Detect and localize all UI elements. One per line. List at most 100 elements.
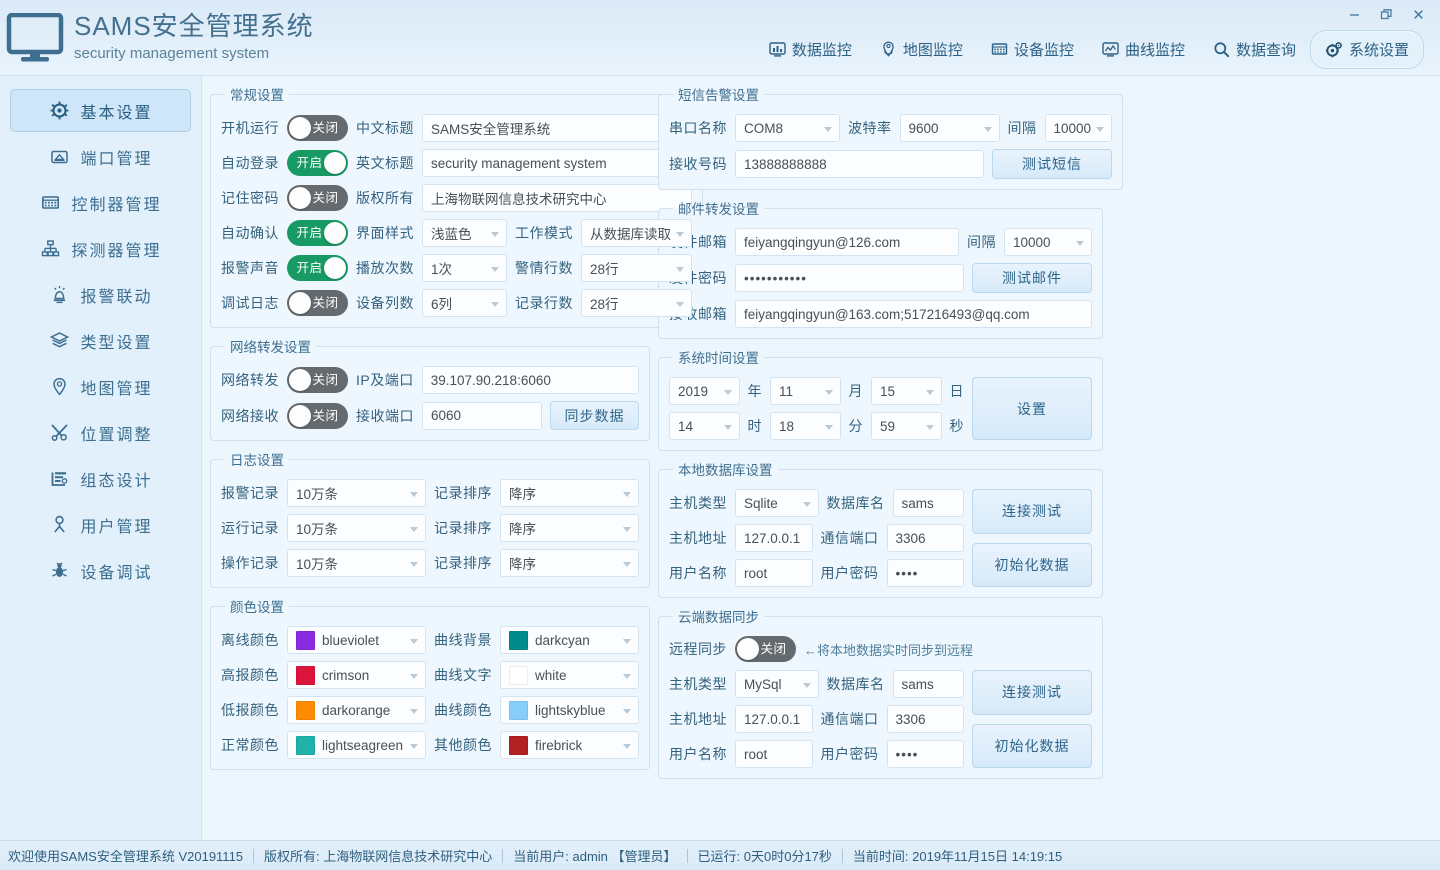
nav-item-device-monitor[interactable]: 设备监控 bbox=[977, 31, 1088, 68]
select-work-mode[interactable]: 从数据库读取 bbox=[581, 219, 692, 247]
select-hour[interactable]: 14 bbox=[669, 412, 740, 440]
toggle-boot-run[interactable]: 关闭 bbox=[287, 115, 348, 141]
input-local-password[interactable]: •••• bbox=[886, 559, 964, 587]
nav-item-system-settings[interactable]: 系统设置 bbox=[1309, 30, 1424, 69]
select-other-color[interactable]: firebrick bbox=[500, 731, 639, 759]
input-title-en[interactable]: security management system bbox=[422, 149, 692, 177]
input-cloud-host-address[interactable]: 127.0.0.1 bbox=[735, 705, 813, 733]
select-low-alarm-color[interactable]: darkorange bbox=[287, 696, 426, 724]
input-local-port[interactable]: 3306 bbox=[886, 524, 964, 552]
select-play-count[interactable]: 1次 bbox=[422, 254, 507, 282]
sidebar-item-type-settings[interactable]: 类型设置 bbox=[10, 319, 191, 362]
select-ui-style[interactable]: 浅蓝色 bbox=[422, 219, 507, 247]
toggle-alarm-sound[interactable]: 开启 bbox=[287, 255, 348, 281]
select-day[interactable]: 15 bbox=[871, 377, 942, 405]
select-run-log-count[interactable]: 10万条 bbox=[287, 514, 426, 542]
close-button[interactable] bbox=[1404, 2, 1432, 26]
input-ip-port[interactable]: 39.107.90.218:6060 bbox=[421, 366, 639, 394]
toggle-debug-log[interactable]: 关闭 bbox=[287, 290, 348, 316]
select-normal-color[interactable]: lightseagreen bbox=[287, 731, 426, 759]
select-local-host-type[interactable]: Sqlite bbox=[735, 489, 819, 517]
input-cloud-password[interactable]: •••• bbox=[886, 740, 964, 768]
input-receiver-mail[interactable]: feiyangqingyun@163.com;517216493@qq.com bbox=[735, 300, 1092, 328]
row-auto-login: 自动登录 开启 英文标题 security management system bbox=[221, 149, 692, 177]
select-high-alarm-color[interactable]: crimson bbox=[287, 661, 426, 689]
input-cloud-dbname[interactable]: sams bbox=[892, 670, 964, 698]
maximize-button[interactable] bbox=[1372, 2, 1400, 26]
sidebar-item-configuration-design[interactable]: 组态设计 bbox=[10, 457, 191, 500]
toggle-auto-login[interactable]: 开启 bbox=[287, 150, 348, 176]
input-copyright[interactable]: 上海物联网信息技术研究中心 bbox=[422, 184, 692, 212]
select-run-log-order[interactable]: 降序 bbox=[500, 514, 639, 542]
toggle-remember-password[interactable]: 关闭 bbox=[287, 185, 348, 211]
input-title-cn[interactable]: SAMS安全管理系统 bbox=[422, 114, 692, 142]
cloud-init-data-button[interactable]: 初始化数据 bbox=[972, 723, 1092, 768]
select-mail-interval[interactable]: 10000 bbox=[1004, 228, 1092, 256]
select-device-columns[interactable]: 6列 bbox=[422, 289, 507, 317]
label-alarm-log-order: 记录排序 bbox=[434, 485, 492, 501]
select-operation-log-order[interactable]: 降序 bbox=[500, 549, 639, 577]
sidebar-item-port-management[interactable]: 端口管理 bbox=[10, 135, 191, 178]
test-mail-button[interactable]: 测试邮件 bbox=[972, 263, 1092, 293]
toggle-network-receive[interactable]: 关闭 bbox=[287, 402, 348, 429]
sidebar-item-device-debug[interactable]: 设备调试 bbox=[10, 549, 191, 592]
select-curve-color[interactable]: lightskyblue bbox=[500, 696, 639, 724]
nav-item-curve-monitor[interactable]: 曲线监控 bbox=[1088, 31, 1199, 68]
input-cloud-port[interactable]: 3306 bbox=[886, 705, 964, 733]
sidebar-item-map-management[interactable]: 地图管理 bbox=[10, 365, 191, 408]
sidebar-item-user-management[interactable]: 用户管理 bbox=[10, 503, 191, 546]
input-sender-mail[interactable]: feiyangqingyun@126.com bbox=[735, 228, 959, 256]
toggle-knob bbox=[289, 369, 311, 391]
toggle-network-forward[interactable]: 关闭 bbox=[287, 367, 348, 393]
select-minute[interactable]: 18 bbox=[770, 412, 841, 440]
select-record-rows[interactable]: 28行 bbox=[581, 289, 692, 317]
panel-legend: 网络转发设置 bbox=[230, 340, 311, 355]
select-curve-text-color[interactable]: white bbox=[500, 661, 639, 689]
input-receive-port[interactable]: 6060 bbox=[422, 401, 542, 430]
sidebar-item-basic-settings[interactable]: 基本设置 bbox=[10, 89, 191, 132]
sidebar-item-alarm-linkage[interactable]: 报警联动 bbox=[10, 273, 191, 316]
input-local-username[interactable]: root bbox=[735, 559, 813, 587]
input-local-dbname[interactable]: sams bbox=[892, 489, 964, 517]
select-operation-log-count[interactable]: 10万条 bbox=[287, 549, 426, 577]
toggle-auto-confirm[interactable]: 开启 bbox=[287, 220, 348, 246]
nav-item-map-monitor[interactable]: 地图监控 bbox=[866, 31, 977, 68]
sidebar-item-label: 探测器管理 bbox=[71, 242, 162, 260]
minimize-button[interactable] bbox=[1340, 2, 1368, 26]
tools-icon bbox=[48, 423, 70, 442]
sidebar-item-position-adjust[interactable]: 位置调整 bbox=[10, 411, 191, 454]
local-connect-test-button[interactable]: 连接测试 bbox=[972, 489, 1092, 534]
local-init-data-button[interactable]: 初始化数据 bbox=[972, 542, 1092, 587]
select-second[interactable]: 59 bbox=[871, 412, 942, 440]
input-receive-number[interactable]: 13888888888 bbox=[735, 150, 985, 178]
nav-item-data-query[interactable]: 数据查询 bbox=[1199, 31, 1310, 68]
select-year[interactable]: 2019 bbox=[669, 377, 740, 405]
data-monitor-icon bbox=[769, 42, 786, 57]
row-run-log: 运行记录 10万条 记录排序 降序 bbox=[221, 514, 639, 542]
test-sms-button[interactable]: 测试短信 bbox=[992, 149, 1113, 179]
select-month[interactable]: 11 bbox=[770, 377, 841, 405]
nav-label: 曲线监控 bbox=[1124, 42, 1185, 59]
set-time-button[interactable]: 设置 bbox=[972, 377, 1092, 440]
select-curve-background-color[interactable]: darkcyan bbox=[500, 626, 639, 654]
input-cloud-username[interactable]: root bbox=[735, 740, 813, 768]
select-alarm-rows[interactable]: 28行 bbox=[581, 254, 692, 282]
sidebar-item-detector-management[interactable]: 探测器管理 bbox=[10, 227, 191, 270]
select-cloud-host-type[interactable]: MySql bbox=[735, 670, 819, 698]
sidebar-item-controller-management[interactable]: 控制器管理 bbox=[10, 181, 191, 224]
select-offline-color[interactable]: blueviolet bbox=[287, 626, 426, 654]
status-copyright: 版权所有: 上海物联网信息技术研究中心 bbox=[264, 849, 493, 864]
select-baud-rate[interactable]: 9600 bbox=[899, 114, 1000, 142]
cloud-connect-test-button[interactable]: 连接测试 bbox=[972, 670, 1092, 715]
select-alarm-log-order[interactable]: 降序 bbox=[500, 479, 639, 507]
select-alarm-log-count[interactable]: 10万条 bbox=[287, 479, 426, 507]
row-remember-password: 记住密码 关闭 版权所有 上海物联网信息技术研究中心 bbox=[221, 184, 692, 212]
toggle-remote-sync[interactable]: 关闭 bbox=[735, 636, 796, 662]
select-serial-port[interactable]: COM8 bbox=[735, 114, 840, 142]
sync-data-button[interactable]: 同步数据 bbox=[550, 401, 639, 430]
input-sender-password[interactable]: ••••••••••• bbox=[735, 264, 964, 292]
select-sms-interval[interactable]: 10000 bbox=[1044, 114, 1113, 142]
right-column: 短信告警设置 串口名称 COM8 波特率 9600 间隔 10000 接收号码 … bbox=[658, 84, 1124, 779]
input-local-host-address[interactable]: 127.0.0.1 bbox=[735, 524, 813, 552]
nav-item-data-monitor[interactable]: 数据监控 bbox=[755, 31, 866, 68]
